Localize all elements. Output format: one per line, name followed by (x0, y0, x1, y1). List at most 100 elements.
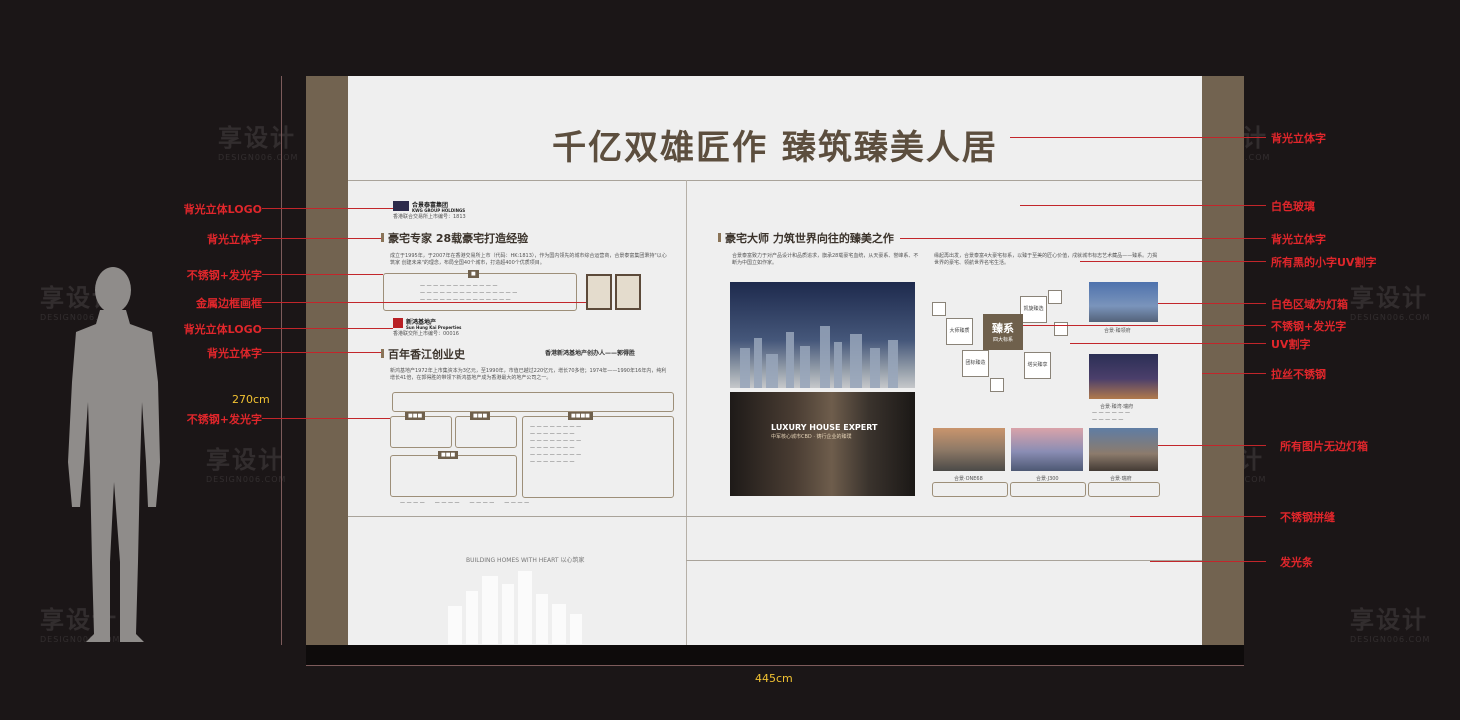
leader-line (1023, 325, 1266, 326)
divider (348, 180, 1202, 181)
annotation: 发光条 (1280, 556, 1313, 569)
project-photo (933, 428, 1005, 471)
annotation: 背光立体字 (207, 233, 262, 246)
bottom-caption: BUILDING HOMES WITH HEART 以心筑家 (466, 557, 585, 564)
board-title: 千亿双雄匠作 臻筑臻美人居 (552, 128, 998, 168)
height-dimension: 270cm (232, 393, 270, 406)
watermark: 享设计DESIGN006.COM (1350, 284, 1431, 322)
timeline-text: — — — — — — — — — — — — — — — — — — — — — … (530, 424, 582, 465)
section-intro: 合景泰富致力于对产品设计和品质追求，旗承28载豪宅血统，从天豪系、誉峰系、不断为… (732, 253, 919, 266)
kwg-logo-icon (393, 201, 409, 211)
dimension-line (306, 665, 1244, 666)
info-card (455, 416, 517, 448)
project-caption: 合景·J300 (1036, 476, 1059, 482)
leader-line (262, 238, 381, 239)
project-caption: 合景·臻湾·瑞府 (1100, 404, 1134, 410)
section-intro: 新鸿基地产1972年上市集资本为3亿元，至1990年，市值已越过220亿元，增长… (390, 368, 667, 381)
info-card (390, 416, 452, 448)
watermark: 享设计DESIGN006.COM (1350, 606, 1431, 644)
diagram-node: 团标臻造 (962, 350, 989, 377)
project-caption: 合景·臻领府 (1104, 328, 1131, 334)
leader-line (262, 352, 381, 353)
luxury-photo (730, 392, 915, 496)
section-intro: 成立于1995年，于2007年在香港交易所上市（代码：HK:1813），作为国内… (390, 253, 667, 266)
diagram-node: 凯旋臻选 (1020, 296, 1047, 323)
wide-card (390, 455, 517, 497)
annotation: 白色玻璃 (1271, 200, 1315, 213)
leader-line (1150, 561, 1266, 562)
history-card-tag: ■■■■ (568, 412, 593, 420)
annotation: 背光立体字 (1271, 233, 1326, 246)
certificate-frame (615, 274, 641, 310)
section-heading: 豪宅专家 28载豪宅打造经验 (381, 230, 528, 246)
project-photo (1089, 354, 1158, 399)
leader-line (1070, 343, 1266, 344)
awards-tag: ■ (468, 270, 479, 278)
kwg-logo-sub: KWG GROUP HOLDINGS (412, 208, 466, 213)
right-pillar (1202, 76, 1244, 645)
leader-line (1158, 445, 1266, 446)
project-desc: — — — — — — — — — — — (1092, 410, 1130, 423)
leader-line (1020, 205, 1266, 206)
wide-card-tag: ■■■ (438, 451, 459, 459)
stats-row: — — — — — — — — — — — — — — — — (400, 500, 530, 506)
annotation: UV割字 (1271, 338, 1311, 351)
annotation: 所有图片无边灯箱 (1280, 440, 1368, 453)
leader-line (1202, 373, 1266, 374)
diagram-node: 塔尖臻享 (1024, 352, 1051, 379)
leader-line (1130, 516, 1266, 517)
leader-line (262, 302, 586, 303)
annotation: 背光立体LOGO (183, 323, 262, 336)
timeline-box (392, 392, 674, 412)
project-card (1010, 482, 1086, 497)
annotation: 不锈钢拼缝 (1280, 511, 1335, 524)
annotation: 拉丝不锈钢 (1271, 368, 1326, 381)
annotation: 不锈钢+发光字 (1271, 320, 1347, 333)
annotation: 背光立体字 (207, 347, 262, 360)
skyline-buildings (740, 326, 898, 388)
watermark: 享设计DESIGN006.COM (206, 446, 287, 484)
diagram-node (990, 378, 1004, 392)
width-dimension: 445cm (755, 672, 793, 685)
watermark: 享设计DESIGN006.COM (218, 124, 299, 162)
luxury-sub: 中军核心城市CBD · 铸行企业的臻璞 (771, 434, 852, 440)
leader-line (262, 274, 383, 275)
annotation: 不锈钢+发光字 (186, 269, 262, 282)
annotation: 所有黑的小字UV割字 (1271, 256, 1377, 269)
section-intro: 缘起再出发，合景泰富4大豪宅标系，以臻于至美的匠心价值，戍就城市标志艺术藏品——… (934, 253, 1158, 266)
luxury-title: LUXURY HOUSE EXPERT (771, 423, 878, 432)
annotation: 白色区域为灯箱 (1271, 298, 1348, 311)
section-heading: 豪宅大师 力筑世界向往的臻美之作 (718, 230, 894, 246)
shkp-code: 香港联交所上市编号：00016 (393, 331, 459, 337)
diagram-node: 大师臻质 (946, 318, 973, 345)
project-caption: 合景·ONE68 (954, 476, 983, 482)
kwg-code: 香港联合交易所上市编号：1813 (393, 214, 466, 220)
divider (686, 560, 1202, 561)
shkp-logo-icon (393, 318, 403, 328)
skyline-graphic (448, 571, 582, 644)
left-pillar (306, 76, 348, 645)
annotation: 不锈钢+发光字 (186, 413, 262, 426)
dimension-line (281, 76, 282, 645)
leader-line (1010, 137, 1266, 138)
awards-text: — — — — — — — — — — — — — — — — — — — — —… (420, 283, 518, 303)
certificate-frame (586, 274, 612, 310)
panel-seam (686, 180, 687, 645)
diagram-center-sub: 四大标系 (992, 337, 1013, 343)
leader-line (1158, 303, 1266, 304)
leader-line (262, 328, 393, 329)
diagram-node (932, 302, 946, 316)
info-card-tag: ■■■ (470, 412, 491, 420)
annotation: 金属边框画框 (196, 297, 262, 310)
diagram-node (1048, 290, 1062, 304)
leader-line (262, 208, 393, 209)
leader-line (262, 418, 390, 419)
leader-line (1080, 261, 1266, 262)
info-card-tag: ■■■ (405, 412, 426, 420)
diagram-center: 臻系 四大标系 (983, 314, 1023, 350)
diagram-center-title: 臻系 (992, 322, 1014, 335)
project-card (932, 482, 1008, 497)
leader-line (900, 238, 1266, 239)
section-subheading: 香港新鸿基地产创办人——郭得胜 (545, 350, 636, 357)
project-card (1088, 482, 1160, 497)
